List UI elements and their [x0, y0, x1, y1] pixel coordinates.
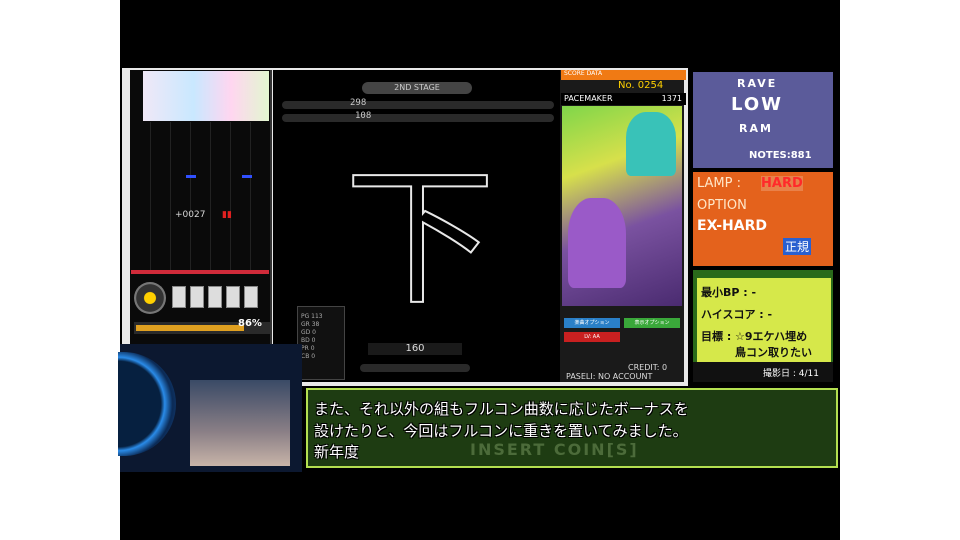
- scratch-label: LOW: [731, 94, 783, 115]
- lamp-value: HARD: [761, 176, 803, 191]
- note: [242, 175, 252, 178]
- song-option-button[interactable]: 楽曲オプション: [564, 318, 620, 328]
- big-character: 下: [345, 160, 495, 310]
- goal-line-2: 鳥コン取りたい: [735, 346, 812, 359]
- option-label: OPTION: [697, 198, 747, 213]
- lane-divider: [230, 122, 231, 270]
- groove-gauge-fill: [136, 325, 244, 331]
- notes-label: NOTES:881: [749, 150, 812, 161]
- level-box: RAVE LOW RAM NOTES:881: [693, 72, 833, 168]
- ram-label: RAM: [739, 122, 773, 135]
- hands-on-controller: [190, 380, 290, 466]
- score-row: GR 38: [301, 321, 320, 328]
- lamp-label: LAMP :: [697, 176, 742, 191]
- lane-divider: [250, 122, 251, 270]
- gauge-value: 86%: [238, 318, 262, 329]
- big-character-outline: 下: [344, 160, 496, 310]
- character-art: [568, 198, 626, 288]
- date-bar: 撮影日 : 4/11: [693, 362, 833, 382]
- character-art: [626, 112, 676, 176]
- level-label: RAVE: [737, 77, 778, 90]
- lane-divider: [170, 122, 171, 270]
- hispeed-value: 298: [350, 98, 367, 108]
- bga-art: [143, 71, 269, 121]
- option-sub: 正規: [783, 238, 812, 255]
- comment-line-3: 新年度: [314, 443, 360, 461]
- key-icon: [172, 286, 186, 308]
- score-data-header: SCORE DATA: [561, 70, 686, 80]
- combo-counter: +0027: [175, 210, 206, 220]
- green-number-value: 108: [355, 111, 372, 121]
- judge-line: [131, 270, 269, 274]
- pacemaker-value: 1371: [661, 94, 682, 103]
- goal-line-1: ☆9エケハ埋め: [735, 330, 808, 343]
- turntable-icon: [134, 282, 166, 314]
- score-row: CB 0: [301, 353, 316, 360]
- key-icon: [190, 286, 204, 308]
- green-number-bar: [282, 114, 554, 122]
- score-box: PG 113 GR 38 GD 0 BD 0 PR 0 CB 0: [297, 306, 345, 380]
- goal-label: 目標 :: [701, 330, 732, 343]
- note: [186, 175, 196, 178]
- key-icon: [208, 286, 222, 308]
- judge-indicator: ▮▮: [222, 210, 232, 220]
- paseli-text: PASELI: NO ACCOUNT: [566, 372, 653, 381]
- hispeed-bar: [282, 101, 554, 109]
- score-row: PG 113: [301, 313, 323, 320]
- display-option-button[interactable]: 表示オプション: [624, 318, 680, 328]
- hiscore: ハイスコア : -: [701, 308, 773, 321]
- score-row: PR 0: [301, 345, 315, 352]
- insert-coin-text: INSERT COIN[S]: [470, 440, 639, 459]
- lane-divider: [210, 122, 211, 270]
- key-icon: [244, 286, 258, 308]
- lane-divider: [150, 122, 151, 270]
- bpm-display: 160: [368, 343, 462, 355]
- comment-line-2: 設けたりと、今回はフルコンに重きを置いてみました。: [314, 422, 688, 440]
- lane-divider: [190, 122, 191, 270]
- date-text: 撮影日 : 4/11: [763, 369, 819, 379]
- rank-number: No. 0254: [618, 80, 664, 91]
- level-button[interactable]: LV: AA: [564, 332, 620, 342]
- progress-bar: [360, 364, 470, 372]
- credit-text: CREDIT: 0: [628, 363, 668, 372]
- comment-line-1: また、それ以外の組もフルコン曲数に応じたボーナスを: [314, 400, 689, 418]
- lamp-box: LAMP : HARD OPTION EX-HARD 正規: [693, 172, 833, 266]
- score-row: BD 0: [301, 337, 316, 344]
- goal-box: 最小BP : - ハイスコア : - 目標 : ☆9エケハ埋め 鳥コン取りたい: [697, 278, 831, 362]
- pacemaker-label: PACEMAKER: [564, 94, 613, 103]
- key-icon: [226, 286, 240, 308]
- min-bp: 最小BP : -: [701, 286, 757, 299]
- pacemaker: PACEMAKER 1371: [561, 93, 686, 105]
- stage-badge: 2ND STAGE: [362, 82, 472, 94]
- option-value: EX-HARD: [697, 218, 767, 234]
- score-row: GD 0: [301, 329, 316, 336]
